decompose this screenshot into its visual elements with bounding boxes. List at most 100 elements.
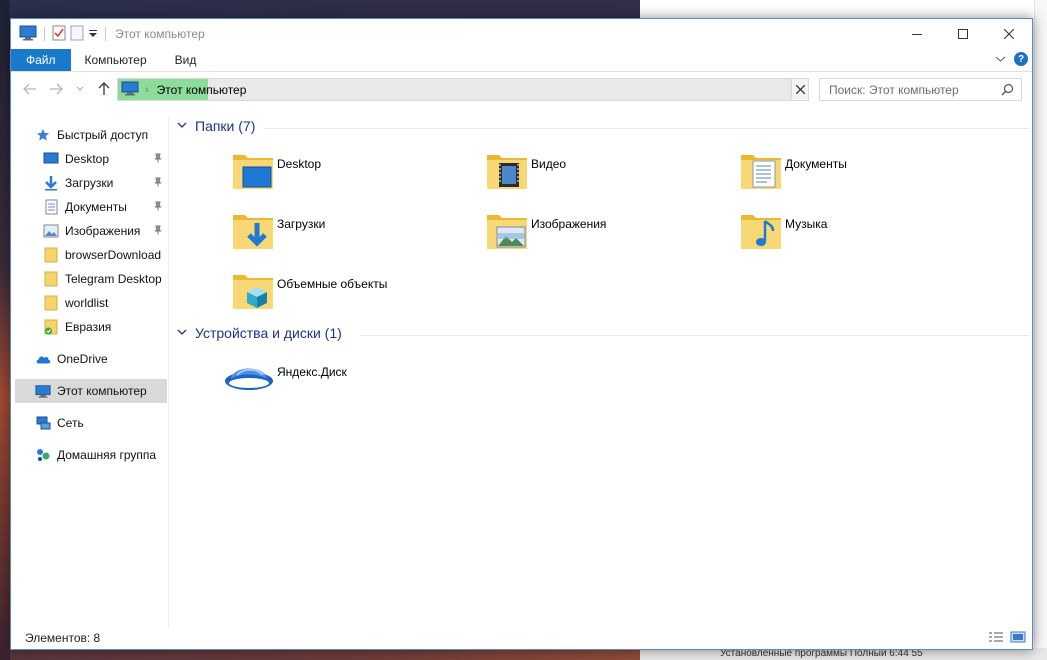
navigation-pane: Быстрый доступ Desktop Загрузки Документ… bbox=[11, 117, 169, 629]
maximize-button[interactable] bbox=[940, 19, 986, 49]
sidebar-item-network[interactable]: Сеть bbox=[35, 411, 84, 435]
breadcrumb-location[interactable]: Этот компьютер bbox=[157, 83, 247, 97]
pin-icon[interactable] bbox=[153, 153, 163, 166]
navigation-bar: › Этот компьютер Поиск: Этот компьютер bbox=[11, 72, 1032, 106]
background-window-edge bbox=[1034, 0, 1047, 660]
sidebar-item-label: Домашняя группа bbox=[57, 448, 157, 462]
computer-icon bbox=[19, 25, 37, 44]
view-switcher bbox=[988, 631, 1026, 646]
sidebar-item-label: OneDrive bbox=[57, 352, 108, 366]
details-view-icon[interactable] bbox=[988, 631, 1004, 646]
sidebar-item-label: Евразия bbox=[65, 320, 112, 334]
tile-label: Загрузки bbox=[277, 217, 326, 231]
chevron-down-icon[interactable] bbox=[995, 52, 1006, 66]
folder-tile-video[interactable]: Видео bbox=[485, 149, 566, 197]
content-pane: Папки (7) Desktop Видео Документы Загруз… bbox=[171, 117, 1033, 629]
computer-icon bbox=[121, 81, 139, 99]
desktop-icon bbox=[43, 151, 59, 167]
folder-tile-downloads[interactable]: Загрузки bbox=[231, 209, 325, 257]
folder-icon bbox=[43, 295, 59, 311]
sidebar-item-worldlist[interactable]: worldlist bbox=[43, 291, 108, 315]
computer-icon bbox=[35, 383, 51, 399]
group-title: Устройства и диски (1) bbox=[195, 325, 342, 341]
tile-label: Объемные объекты bbox=[277, 277, 388, 291]
search-placeholder: Поиск: Этот компьютер bbox=[829, 82, 959, 97]
up-button[interactable] bbox=[93, 78, 115, 100]
sidebar-item-downloads[interactable]: Загрузки bbox=[43, 171, 169, 195]
desktop-wallpaper bbox=[0, 0, 10, 660]
back-button[interactable] bbox=[19, 78, 41, 100]
address-clear-button[interactable] bbox=[791, 78, 809, 101]
sidebar-item-label: Этот компьютер bbox=[57, 384, 147, 398]
sidebar-item-this-pc[interactable]: Этот компьютер bbox=[15, 379, 167, 403]
minimize-button[interactable] bbox=[894, 19, 940, 49]
tile-label: Музыка bbox=[785, 217, 828, 231]
folders-group-header[interactable]: Папки (7) bbox=[177, 118, 255, 134]
pin-icon[interactable] bbox=[153, 177, 163, 190]
sidebar-item-label: Сеть bbox=[57, 416, 84, 430]
properties-icon[interactable] bbox=[52, 25, 66, 44]
network-icon bbox=[35, 415, 51, 431]
sidebar-item-quick-access[interactable]: Быстрый доступ bbox=[35, 123, 148, 147]
close-button[interactable] bbox=[986, 19, 1032, 49]
help-icon[interactable]: ? bbox=[1014, 52, 1028, 66]
sidebar-item-label: worldlist bbox=[65, 296, 109, 310]
sidebar-item-telegram-desktop[interactable]: Telegram Desktop bbox=[43, 267, 162, 291]
cloud-icon bbox=[35, 351, 51, 367]
folder-tile-music[interactable]: Музыка bbox=[739, 209, 827, 257]
tile-label: Изображения bbox=[531, 217, 607, 231]
devices-group-header[interactable]: Устройства и диски (1) bbox=[177, 325, 342, 341]
sidebar-item-documents[interactable]: Документы bbox=[43, 195, 169, 219]
star-icon bbox=[35, 127, 51, 143]
video-folder-icon bbox=[485, 149, 529, 193]
folder-sync-icon bbox=[43, 319, 59, 335]
window-controls bbox=[894, 19, 1032, 49]
folder-tile-documents[interactable]: Документы bbox=[739, 149, 847, 197]
sidebar-item-label: Изображения bbox=[65, 224, 141, 238]
tile-label: Документы bbox=[785, 157, 847, 171]
sidebar-item-onedrive[interactable]: OneDrive bbox=[35, 347, 108, 371]
tiles-view-icon[interactable] bbox=[1010, 631, 1026, 646]
yandex-disk-icon bbox=[223, 357, 275, 401]
folder-tile-pictures[interactable]: Изображения bbox=[485, 209, 606, 257]
quick-access-toolbar bbox=[11, 25, 109, 44]
search-input[interactable]: Поиск: Этот компьютер bbox=[819, 78, 1022, 101]
tile-label: Яндекс.Диск bbox=[277, 365, 347, 379]
search-icon[interactable] bbox=[1001, 83, 1014, 99]
new-folder-icon[interactable] bbox=[70, 25, 84, 44]
sidebar-item-images[interactable]: Изображения bbox=[43, 219, 169, 243]
homegroup-icon bbox=[35, 447, 51, 463]
3d-objects-folder-icon bbox=[231, 269, 275, 313]
pin-icon[interactable] bbox=[153, 201, 163, 214]
sidebar-item-eurasia[interactable]: Евразия bbox=[43, 315, 111, 339]
group-title: Папки (7) bbox=[195, 118, 256, 134]
forward-button[interactable] bbox=[45, 78, 67, 100]
customize-toolbar-icon[interactable] bbox=[88, 27, 98, 41]
tab-view[interactable]: Вид bbox=[161, 49, 211, 71]
chevron-down-icon[interactable] bbox=[177, 327, 187, 339]
group-divider bbox=[361, 335, 1029, 336]
tile-label: Видео bbox=[531, 157, 567, 171]
toolbar-divider bbox=[105, 27, 106, 41]
sidebar-item-homegroup[interactable]: Домашняя группа bbox=[35, 443, 156, 467]
desktop-folder-icon bbox=[231, 149, 275, 193]
sidebar-item-desktop[interactable]: Desktop bbox=[43, 147, 169, 171]
sidebar-item-browserdownload[interactable]: browserDownload bbox=[43, 243, 161, 267]
tab-computer[interactable]: Компьютер bbox=[71, 49, 161, 71]
ribbon-tabs: Файл Компьютер Вид ? bbox=[11, 49, 1032, 72]
sidebar-item-label: Документы bbox=[65, 200, 127, 214]
tile-label: Desktop bbox=[277, 157, 322, 171]
folder-tile-desktop[interactable]: Desktop bbox=[231, 149, 321, 197]
breadcrumb-chevron-icon[interactable]: › bbox=[145, 84, 149, 96]
chevron-down-icon[interactable] bbox=[177, 120, 187, 132]
pin-icon[interactable] bbox=[153, 225, 163, 238]
status-bar: Элементов: 8 bbox=[11, 627, 1032, 649]
recent-locations-button[interactable] bbox=[69, 78, 91, 100]
device-tile-yandex-disk[interactable]: Яндекс.Диск bbox=[223, 357, 347, 405]
sidebar-item-label: browserDownload bbox=[65, 248, 162, 262]
sidebar-item-label: Быстрый доступ bbox=[57, 128, 149, 142]
tab-file[interactable]: Файл bbox=[11, 49, 71, 71]
sidebar-item-label: Desktop bbox=[65, 152, 110, 166]
folder-tile-3d-objects[interactable]: Объемные объекты bbox=[231, 269, 387, 317]
address-bar[interactable]: › Этот компьютер bbox=[117, 78, 809, 101]
